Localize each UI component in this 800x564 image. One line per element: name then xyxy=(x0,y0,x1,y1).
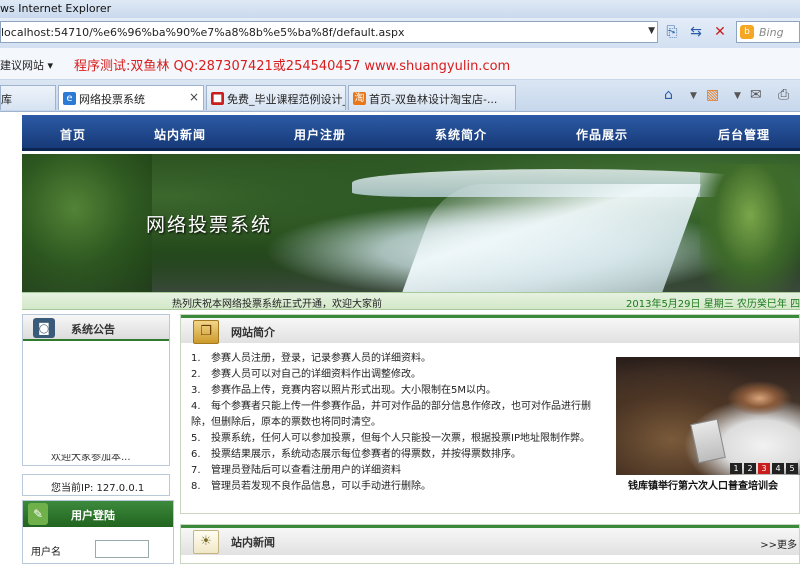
slide-dot[interactable]: 4 xyxy=(772,463,784,474)
favorites-bar: 建议网站 ▾ 程序测试:双鱼林 QQ:287307421或254540457 w… xyxy=(0,48,800,80)
tab-1[interactable]: e 网络投票系统 × xyxy=(58,85,204,110)
tab-label: 免费_毕业课程范例设计_... xyxy=(227,93,346,106)
taobao-icon: 淘 xyxy=(353,92,366,105)
search-box[interactable]: b Bing xyxy=(736,21,800,43)
slide-dot[interactable]: 5 xyxy=(786,463,798,474)
ticker-bar: 热列庆祝本网络投票系统正式开通，欢迎大家前 2013年5月29日 星期三 农历癸… xyxy=(22,292,800,310)
rss-icon[interactable]: ▧ xyxy=(706,87,719,103)
home-dropdown-icon[interactable]: ▼ xyxy=(690,91,697,101)
login-title: 用户登陆 xyxy=(71,509,115,522)
slideshow-pager: 12345 xyxy=(728,461,798,474)
slide-dot-active[interactable]: 3 xyxy=(758,463,770,474)
nav-works[interactable]: 作品展示 xyxy=(576,126,628,143)
intro-item: 3. 参赛作品上传，竞赛内容以照片形式出现。大小限制在5M以内。 xyxy=(191,385,496,396)
window-title: ws Internet Explorer xyxy=(0,2,112,15)
tab-bar: 库 e 网络投票系统 × ■ 免费_毕业课程范例设计_... 淘 首页-双鱼林设… xyxy=(0,80,800,112)
refresh-icon[interactable]: ⇆ xyxy=(685,22,707,42)
intro-item: 8. 管理员若发现不良作品信息，可以手动进行删除。 xyxy=(191,481,431,492)
tab-close-icon[interactable]: × xyxy=(189,90,199,104)
banner-image: 网络投票系统 xyxy=(22,154,800,292)
tab-label: 库 xyxy=(1,93,12,106)
ticker-date: 2013年5月29日 星期三 农历癸巳年 四月 xyxy=(626,299,800,310)
announcement-title: 系统公告 xyxy=(71,323,115,336)
announcement-scroll-text[interactable]: 欢迎大家参加本... xyxy=(51,454,131,464)
news-icon: ☀ xyxy=(193,530,219,554)
intro-header: ❐ 网站简介 xyxy=(181,315,799,344)
slideshow-caption[interactable]: 钱库镇举行第六次人口普查培训会 xyxy=(628,477,778,492)
bing-logo-icon: b xyxy=(740,25,754,39)
intro-title: 网站简介 xyxy=(231,326,275,339)
intro-item: 7. 管理员登陆后可以查看注册用户的详细资料 xyxy=(191,465,401,476)
rss-dropdown-icon[interactable]: ▼ xyxy=(734,91,741,101)
ip-box: 您当前IP: 127.0.0.1 xyxy=(22,474,170,496)
announcement-icon: ◙ xyxy=(33,318,55,338)
page-icon: ■ xyxy=(211,92,224,105)
nav-home[interactable]: 首页 xyxy=(60,126,86,143)
login-header: ✎ 用户登陆 xyxy=(23,501,173,527)
announcement-header: ◙ 系统公告 xyxy=(23,315,169,341)
slide-dot[interactable]: 1 xyxy=(730,463,742,474)
tab-label: 首页-双鱼林设计淘宝店-... xyxy=(369,93,498,106)
news-more-link[interactable]: >>更多 xyxy=(760,536,797,551)
suggested-sites-link[interactable]: 建议网站 ▾ xyxy=(0,57,53,73)
news-panel: ☀ 站内新闻 >>更多 xyxy=(180,524,800,564)
slide-dot[interactable]: 2 xyxy=(744,463,756,474)
ticker-message: 热列庆祝本网络投票系统正式开通，欢迎大家前 xyxy=(172,299,382,310)
nav-register[interactable]: 用户注册 xyxy=(294,126,346,143)
intro-item: 2. 参赛人员可以对自己的详细资料作出调整修改。 xyxy=(191,369,421,380)
intro-icon: ❐ xyxy=(193,320,219,344)
stop-icon[interactable]: ✕ xyxy=(709,22,731,42)
nav-news[interactable]: 站内新闻 xyxy=(154,126,206,143)
address-bar-row: localhost:54710/%e6%96%ba%90%e7%a8%8b%e5… xyxy=(0,18,800,48)
banner-title: 网络投票系统 xyxy=(146,214,273,236)
ip-text: 您当前IP: 127.0.0.1 xyxy=(51,483,145,494)
ie-icon: e xyxy=(63,92,76,105)
username-input[interactable] xyxy=(95,540,149,558)
tab-2[interactable]: ■ 免费_毕业课程范例设计_... xyxy=(206,85,346,110)
username-label: 用户名 xyxy=(31,547,61,558)
announcement-panel: ◙ 系统公告 欢迎大家参加本... xyxy=(22,314,170,466)
news-title: 站内新闻 xyxy=(231,536,275,549)
intro-item: 4. 每个参赛者只能上传一件参赛作品，并可对作品的部分信息作修改，也可对作品进行删… xyxy=(191,401,591,428)
print-icon[interactable]: ⎙ xyxy=(778,87,789,103)
intro-item: 1. 参赛人员注册，登录，记录参赛人员的详细资料。 xyxy=(191,353,431,364)
intro-list: 1. 参赛人员注册，登录，记录参赛人员的详细资料。 2. 参赛人员可以对自己的详细资… xyxy=(191,351,601,495)
page-content: 首页 站内新闻 用户注册 系统简介 作品展示 后台管理 网络投票系统 热列庆祝本… xyxy=(0,112,800,564)
login-panel: ✎ 用户登陆 用户名 xyxy=(22,500,174,564)
address-bar[interactable]: localhost:54710/%e6%96%ba%90%e7%a8%8b%e5… xyxy=(0,21,658,43)
tab-label: 网络投票系统 xyxy=(79,93,145,106)
search-placeholder: Bing xyxy=(759,26,784,39)
main-nav: 首页 站内新闻 用户注册 系统简介 作品展示 后台管理 xyxy=(22,115,800,151)
intro-item: 6. 投票结果展示，系统动态展示每位参赛者的得票数，并按得票数排序。 xyxy=(191,449,521,460)
nav-about[interactable]: 系统简介 xyxy=(435,126,487,143)
tab-0[interactable]: 库 xyxy=(0,85,56,110)
intro-item: 5. 投票系统，任何人可以参加投票，但每个人只能投一次票，根据投票IP地址限制作弊… xyxy=(191,433,590,444)
news-header: ☀ 站内新闻 >>更多 xyxy=(181,525,799,555)
window-titlebar: ws Internet Explorer xyxy=(0,0,800,18)
mail-icon[interactable]: ✉ xyxy=(750,87,762,103)
photo-slideshow[interactable]: 12345 钱库镇举行第六次人口普查培训会 xyxy=(616,357,800,492)
nav-admin[interactable]: 后台管理 xyxy=(718,126,770,143)
promo-text: 程序测试:双鱼林 QQ:287307421或254540457 www.shua… xyxy=(74,59,511,74)
address-url[interactable]: localhost:54710/%e6%96%ba%90%e7%a8%8b%e5… xyxy=(1,26,405,39)
login-icon: ✎ xyxy=(28,503,48,525)
compat-view-icon[interactable]: ⎘ xyxy=(661,22,683,42)
address-dropdown-icon[interactable]: ▼ xyxy=(648,26,655,36)
home-icon[interactable]: ⌂ xyxy=(664,87,673,103)
tab-3[interactable]: 淘 首页-双鱼林设计淘宝店-... xyxy=(348,85,516,110)
